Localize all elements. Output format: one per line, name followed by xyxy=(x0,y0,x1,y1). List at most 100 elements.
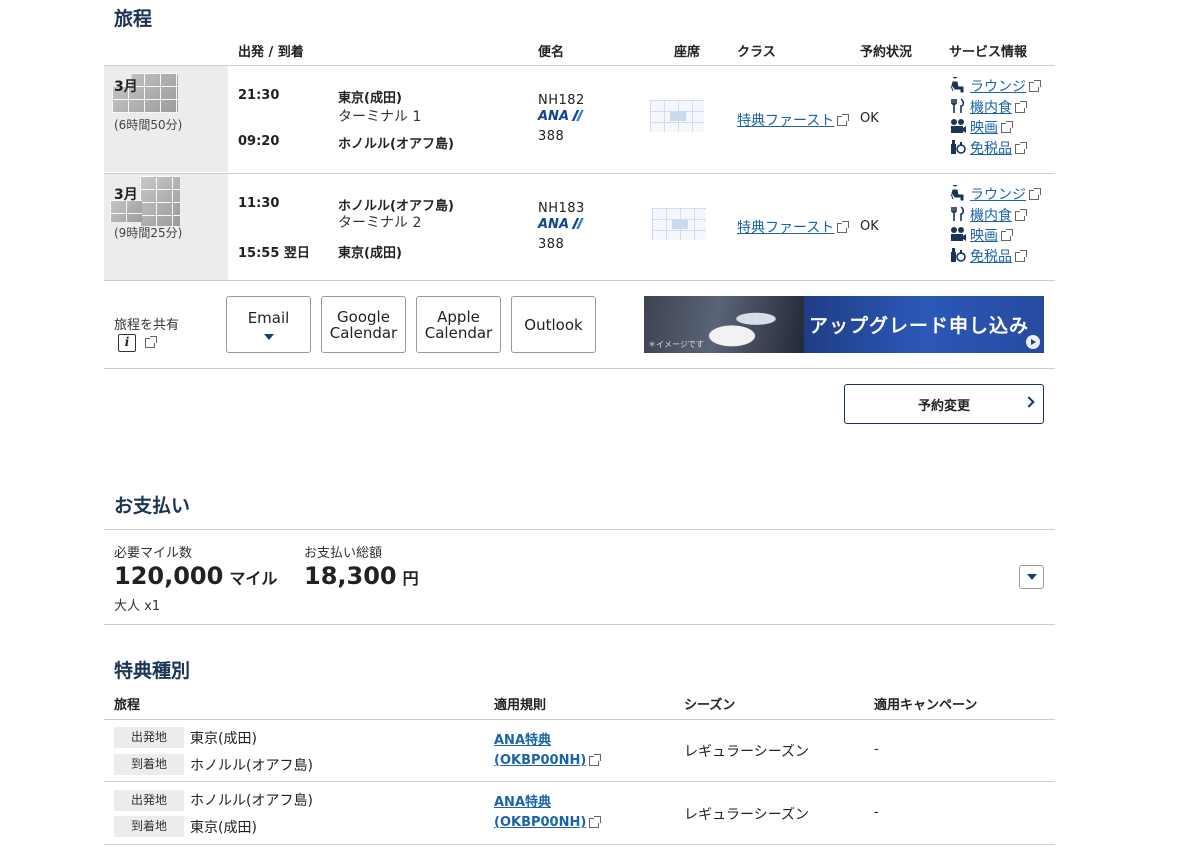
meal-link[interactable]: 機内食 xyxy=(970,100,1012,116)
apple-label-1: Apple xyxy=(437,307,480,326)
flight-row: 3月 (9時間25分) 11:30 ホノルル(オアフ島) ターミナル 2 15:… xyxy=(104,174,1055,281)
aircraft-type: 388 xyxy=(538,237,565,252)
arrival-time: 09:20 xyxy=(238,134,280,149)
origin-city: ホノルル(オアフ島) xyxy=(190,793,313,809)
arrow-right-icon xyxy=(1026,335,1040,349)
seat-map-thumbnail[interactable] xyxy=(650,100,704,132)
external-link-icon xyxy=(1029,188,1041,200)
external-link-icon xyxy=(1015,250,1027,263)
service-movie[interactable]: 映画 xyxy=(949,118,1039,139)
departure-time: 21:30 xyxy=(238,88,280,103)
header-itinerary: 旅程 xyxy=(114,698,141,713)
class-link-text[interactable]: 特典ファースト xyxy=(737,220,834,236)
change-reservation-label: 予約変更 xyxy=(917,398,970,414)
banner-text: アップグレード申し込み xyxy=(809,315,1030,337)
change-reservation-button[interactable]: 予約変更 xyxy=(844,384,1044,424)
booking-status: OK xyxy=(860,111,879,126)
lounge-icon xyxy=(949,181,967,201)
departure-time: 11:30 xyxy=(238,196,280,211)
arrival-time: 15:55 翌日 xyxy=(238,246,310,261)
flight-number: NH183 xyxy=(538,201,585,216)
destination-badge: 到着地 xyxy=(114,816,184,837)
outlook-button[interactable]: Outlook xyxy=(511,296,596,353)
divider xyxy=(104,529,1055,530)
divider xyxy=(104,624,1055,625)
movie-link[interactable]: 映画 xyxy=(970,228,998,244)
service-dutyfree[interactable]: 免税品 xyxy=(949,247,1039,268)
service-meal[interactable]: 機内食 xyxy=(949,98,1039,119)
lounge-link[interactable]: ラウンジ xyxy=(970,187,1026,203)
header-season: シーズン xyxy=(684,698,736,713)
outlook-label: Outlook xyxy=(524,315,583,334)
duty-free-icon xyxy=(949,247,967,263)
miles-amount: 120,000 マイル xyxy=(114,562,277,590)
flight-duration: (6時間50分) xyxy=(114,118,183,132)
meal-icon xyxy=(949,206,967,222)
google-calendar-button[interactable]: Google Calendar xyxy=(321,296,406,353)
banner-note: ＊イメージです xyxy=(648,340,704,349)
class-link[interactable]: 特典ファースト xyxy=(737,217,850,237)
fare-rule-code[interactable]: (OKBP00NH) xyxy=(494,753,586,768)
divider xyxy=(104,368,1055,369)
dutyfree-link[interactable]: 免税品 xyxy=(970,249,1012,265)
award-title: 特典種別 xyxy=(114,660,191,682)
header-service: サービス情報 xyxy=(949,45,1028,60)
fare-rule-name[interactable]: ANA特典 xyxy=(494,795,551,810)
flight-month: 3月 xyxy=(114,187,138,203)
dutyfree-link[interactable]: 免税品 xyxy=(970,141,1012,157)
external-link-icon xyxy=(837,221,850,233)
redacted-date-mosaic xyxy=(140,176,180,226)
campaign-value: - xyxy=(874,805,879,820)
total-value: 18,300 xyxy=(304,562,397,590)
header-class: クラス xyxy=(737,45,776,60)
info-icon[interactable]: i xyxy=(118,334,136,352)
header-flight: 便名 xyxy=(538,45,565,60)
destination-badge: 到着地 xyxy=(114,754,184,775)
departure-airport: 東京(成田) xyxy=(338,91,402,106)
meal-icon xyxy=(949,98,967,114)
destination-city: 東京(成田) xyxy=(190,820,257,836)
fare-rule-code[interactable]: (OKBP00NH) xyxy=(494,815,586,830)
origin-badge: 出発地 xyxy=(114,727,184,748)
season-value: レギュラーシーズン xyxy=(684,744,810,760)
flight-row: 3月 (6時間50分) 21:30 東京(成田) ターミナル 1 09:20 ホ… xyxy=(104,66,1055,173)
arrival-airport: 東京(成田) xyxy=(338,246,402,261)
ana-logo: ANA xyxy=(538,109,584,124)
lounge-link[interactable]: ラウンジ xyxy=(970,79,1026,95)
movie-link[interactable]: 映画 xyxy=(970,120,998,136)
divider xyxy=(104,781,1055,782)
class-link-text[interactable]: 特典ファースト xyxy=(737,113,834,129)
ana-logo: ANA xyxy=(538,217,584,232)
miles-unit: マイル xyxy=(229,569,278,588)
share-itinerary-label: 旅程を共有 xyxy=(114,318,180,333)
external-link-icon xyxy=(1015,208,1027,221)
flight-date-cell: 3月 (9時間25分) xyxy=(104,174,228,280)
header-campaign: 適用キャンペーン xyxy=(874,698,978,713)
departure-terminal: ターミナル 2 xyxy=(338,215,422,231)
service-meal[interactable]: 機内食 xyxy=(949,206,1039,227)
email-label: Email xyxy=(247,308,290,327)
destination-city: ホノルル(オアフ島) xyxy=(190,758,313,774)
fare-rule-link[interactable]: ANA特典 (OKBP00NH) xyxy=(494,793,602,833)
seat-map-thumbnail[interactable] xyxy=(652,208,706,240)
service-dutyfree[interactable]: 免税品 xyxy=(949,139,1039,160)
apple-calendar-button[interactable]: Apple Calendar xyxy=(416,296,501,353)
fare-rule-link[interactable]: ANA特典 (OKBP00NH) xyxy=(494,731,602,771)
lounge-icon xyxy=(949,73,967,93)
google-label-2: Calendar xyxy=(329,323,398,342)
fare-rule-name[interactable]: ANA特典 xyxy=(494,733,551,748)
service-lounge[interactable]: ラウンジ xyxy=(949,73,1041,98)
apple-label-2: Calendar xyxy=(424,323,493,342)
class-link[interactable]: 特典ファースト xyxy=(737,110,850,130)
email-share-button[interactable]: Email xyxy=(226,296,311,353)
divider xyxy=(104,280,1055,281)
upgrade-banner[interactable]: アップグレード申し込み ＊イメージです xyxy=(644,296,1044,353)
meal-link[interactable]: 機内食 xyxy=(970,208,1012,224)
payment-details-toggle[interactable] xyxy=(1019,565,1044,589)
service-movie[interactable]: 映画 xyxy=(949,226,1039,247)
service-lounge[interactable]: ラウンジ xyxy=(949,181,1041,206)
itinerary-title: 旅程 xyxy=(114,8,153,30)
flight-date-cell: 3月 (6時間50分) xyxy=(104,66,228,172)
flight-duration: (9時間25分) xyxy=(114,226,183,240)
total-unit: 円 xyxy=(402,569,419,588)
